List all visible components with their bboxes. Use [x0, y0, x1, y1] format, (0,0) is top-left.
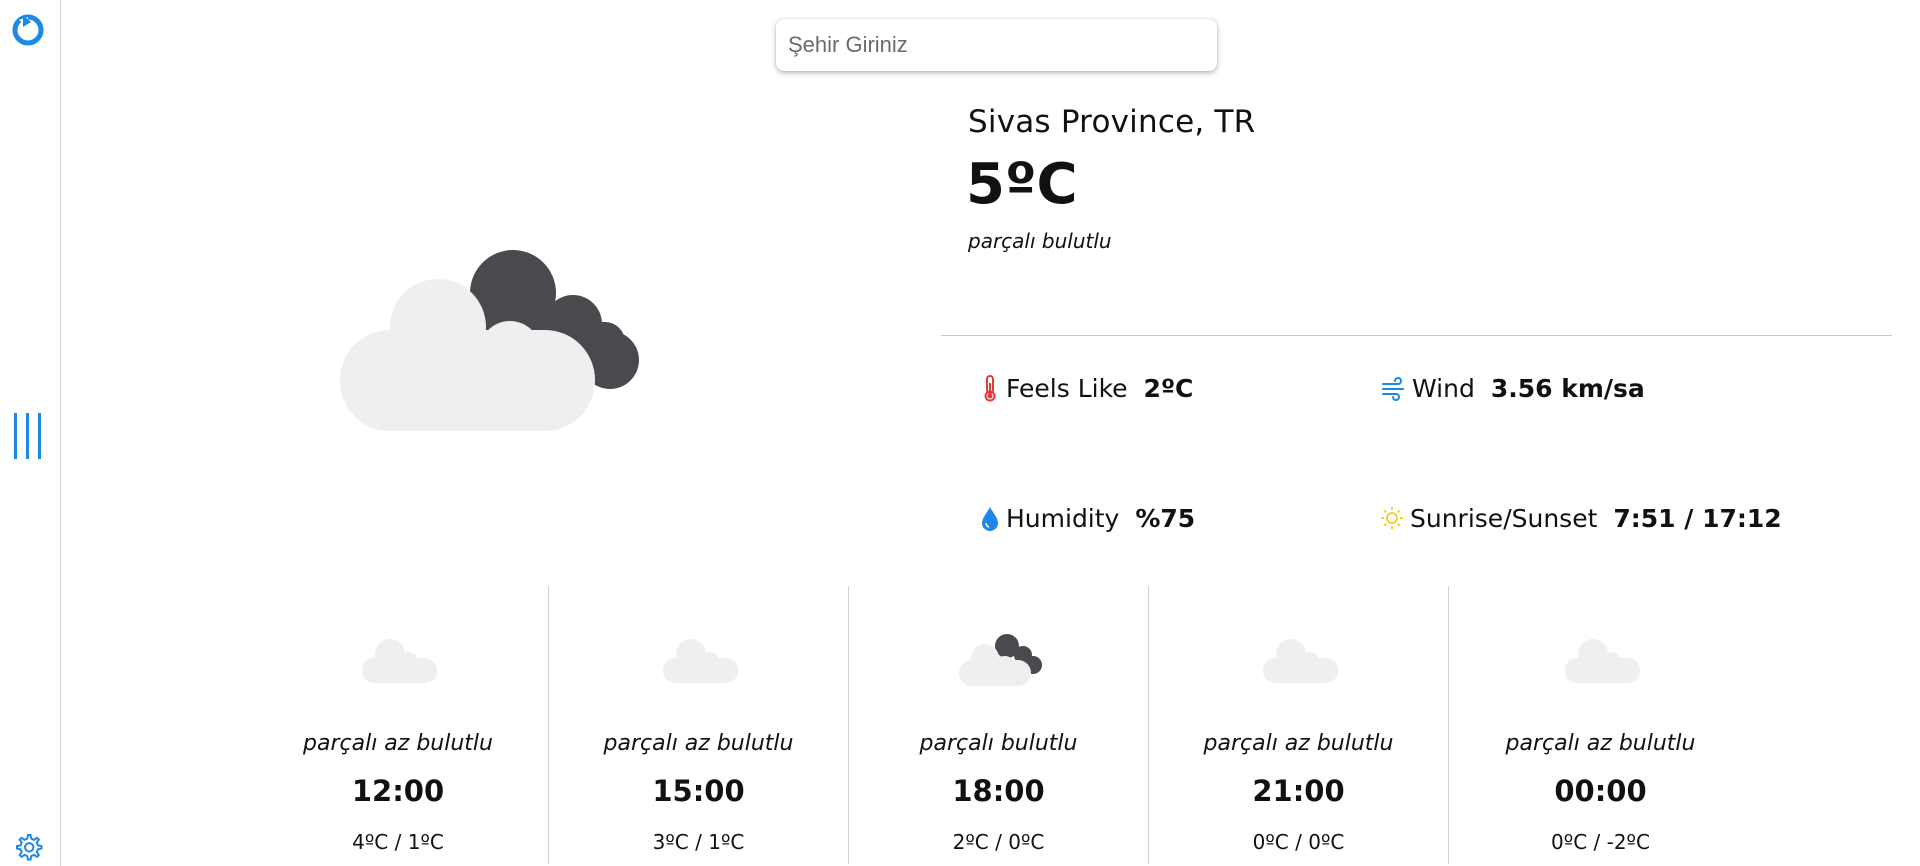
humidity-stat: Humidity %75 — [978, 500, 1195, 536]
forecast-time: 15:00 — [652, 774, 745, 808]
settings-gear-icon[interactable] — [13, 832, 43, 862]
current-temperature: 5ºC — [966, 152, 1078, 217]
few-clouds-icon — [1564, 639, 1640, 683]
broken-clouds-icon — [340, 250, 639, 431]
thermometer-icon — [984, 375, 996, 402]
forecast-card: parçalı az bulutlu 00:00 0ºC / -2ºC — [1448, 586, 1752, 864]
forecast-temp-range: 3ºC / 1ºC — [652, 830, 745, 854]
feels-like-value: 2ºC — [1143, 373, 1194, 403]
wind-stat: Wind 3.56 km/sa — [1378, 370, 1645, 406]
forecast-description: parçalı az bulutlu — [1203, 731, 1394, 756]
forecast-time: 18:00 — [952, 774, 1045, 808]
sunrise-sunset-stat: Sunrise/Sunset 7:51 / 17:12 — [1378, 500, 1782, 536]
sunrise-sunset-label: Sunrise/Sunset — [1410, 503, 1598, 533]
location-title: Sivas Province, TR — [968, 104, 1256, 140]
app-logo-icon[interactable] — [12, 14, 44, 46]
forecast-description: parçalı az bulutlu — [303, 731, 493, 756]
humidity-value: %75 — [1135, 503, 1196, 533]
forecast-time: 12:00 — [351, 774, 445, 808]
forecast-temp-range: 0ºC / 0ºC — [1252, 830, 1345, 854]
few-clouds-icon — [362, 639, 437, 683]
forecast-description: parçalı az bulutlu — [1505, 731, 1696, 756]
broken-clouds-icon — [958, 634, 1042, 686]
forecast-card: parçalı az bulutlu 12:00 4ºC / 1ºC — [248, 586, 548, 864]
forecast-time: 21:00 — [1252, 774, 1345, 808]
forecast-temp-range: 2ºC / 0ºC — [952, 830, 1045, 854]
sunrise-sunset-value: 7:51 / 17:12 — [1613, 503, 1782, 533]
wind-value: 3.56 km/sa — [1490, 373, 1645, 403]
forecast-temp-range: 4ºC / 1ºC — [352, 830, 444, 854]
few-clouds-icon — [662, 639, 738, 683]
hourly-forecast: parçalı az bulutlu 12:00 4ºC / 1ºC parça… — [248, 586, 1449, 864]
forecast-card: parçalı bulutlu 18:00 2ºC / 0ºC — [848, 586, 1148, 864]
forecast-description: parçalı az bulutlu — [603, 731, 794, 756]
wind-label: Wind — [1412, 373, 1475, 403]
sun-icon — [1381, 507, 1403, 529]
water-drop-icon — [982, 507, 998, 531]
sidebar — [0, 0, 61, 866]
current-description: parçalı bulutlu — [968, 229, 1112, 253]
humidity-label: Humidity — [1006, 503, 1120, 533]
section-divider — [941, 335, 1892, 336]
feels-like-stat: Feels Like 2ºC — [978, 370, 1193, 406]
few-clouds-icon — [1262, 639, 1338, 683]
forecast-temp-range: 0ºC / -2ºC — [1551, 830, 1650, 854]
city-search-input[interactable] — [776, 19, 1217, 71]
wind-icon — [1382, 377, 1404, 401]
forecast-card: parçalı az bulutlu 15:00 3ºC / 1ºC — [548, 586, 848, 864]
forecast-card: parçalı az bulutlu 21:00 0ºC / 0ºC — [1148, 586, 1448, 864]
forecast-time: 00:00 — [1554, 774, 1647, 808]
menu-bars-icon[interactable] — [12, 413, 44, 459]
feels-like-label: Feels Like — [1006, 373, 1128, 403]
forecast-description: parçalı bulutlu — [919, 731, 1078, 756]
